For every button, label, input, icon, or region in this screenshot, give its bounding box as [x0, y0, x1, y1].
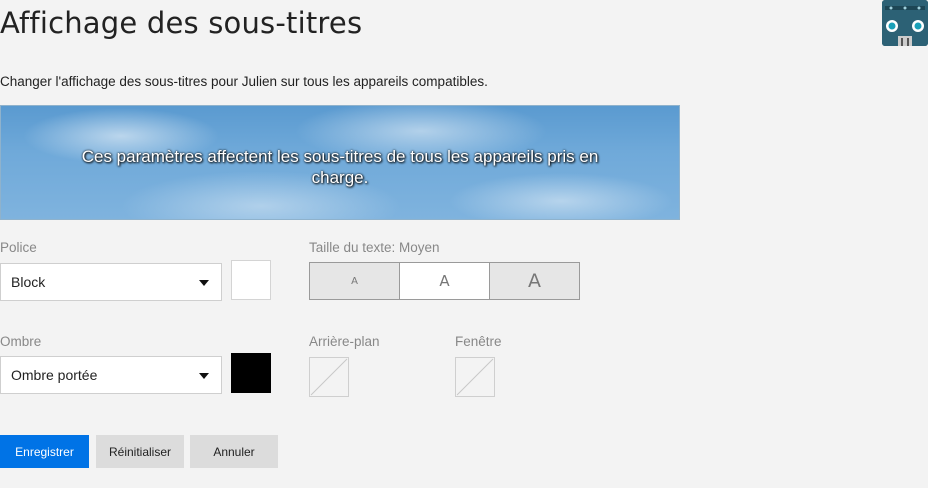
text-size-small-button[interactable]: A	[310, 263, 399, 299]
window-label: Fenêtre	[455, 334, 502, 349]
shadow-select-value: Ombre portée	[11, 367, 98, 383]
no-color-icon	[310, 358, 348, 396]
text-size-label: Taille du texte: Moyen	[309, 240, 440, 255]
cancel-button[interactable]: Annuler	[190, 435, 278, 468]
background-label: Arrière-plan	[309, 334, 380, 349]
shadow-select[interactable]: Ombre portée	[0, 356, 222, 394]
preview-text: Ces paramètres affectent les sous-titres…	[81, 147, 599, 187]
subtitle-preview: Ces paramètres affectent les sous-titres…	[0, 105, 680, 220]
shadow-label: Ombre	[0, 334, 42, 349]
robot-avatar-icon	[882, 0, 928, 46]
text-size-large-button[interactable]: A	[490, 263, 579, 299]
chevron-down-icon	[199, 373, 209, 379]
background-color-swatch[interactable]	[309, 357, 349, 397]
shadow-color-swatch[interactable]	[231, 353, 271, 393]
font-color-swatch[interactable]	[231, 260, 271, 300]
no-color-icon	[456, 358, 494, 396]
font-label: Police	[0, 240, 37, 255]
chevron-down-icon	[199, 280, 209, 286]
font-select-value: Block	[11, 274, 46, 290]
profile-avatar[interactable]	[882, 0, 928, 46]
save-button[interactable]: Enregistrer	[0, 435, 89, 468]
page-title: Affichage des sous-titres	[0, 6, 363, 40]
window-color-swatch[interactable]	[455, 357, 495, 397]
text-size-selector: A A A	[309, 262, 580, 300]
subtitle-appearance-page: Affichage des sous-titres Changer l'affi…	[0, 0, 928, 488]
font-select[interactable]: Block	[0, 263, 222, 301]
text-size-medium-button[interactable]: A	[399, 263, 490, 299]
page-description: Changer l'affichage des sous-titres pour…	[0, 74, 488, 89]
reset-button[interactable]: Réinitialiser	[96, 435, 184, 468]
